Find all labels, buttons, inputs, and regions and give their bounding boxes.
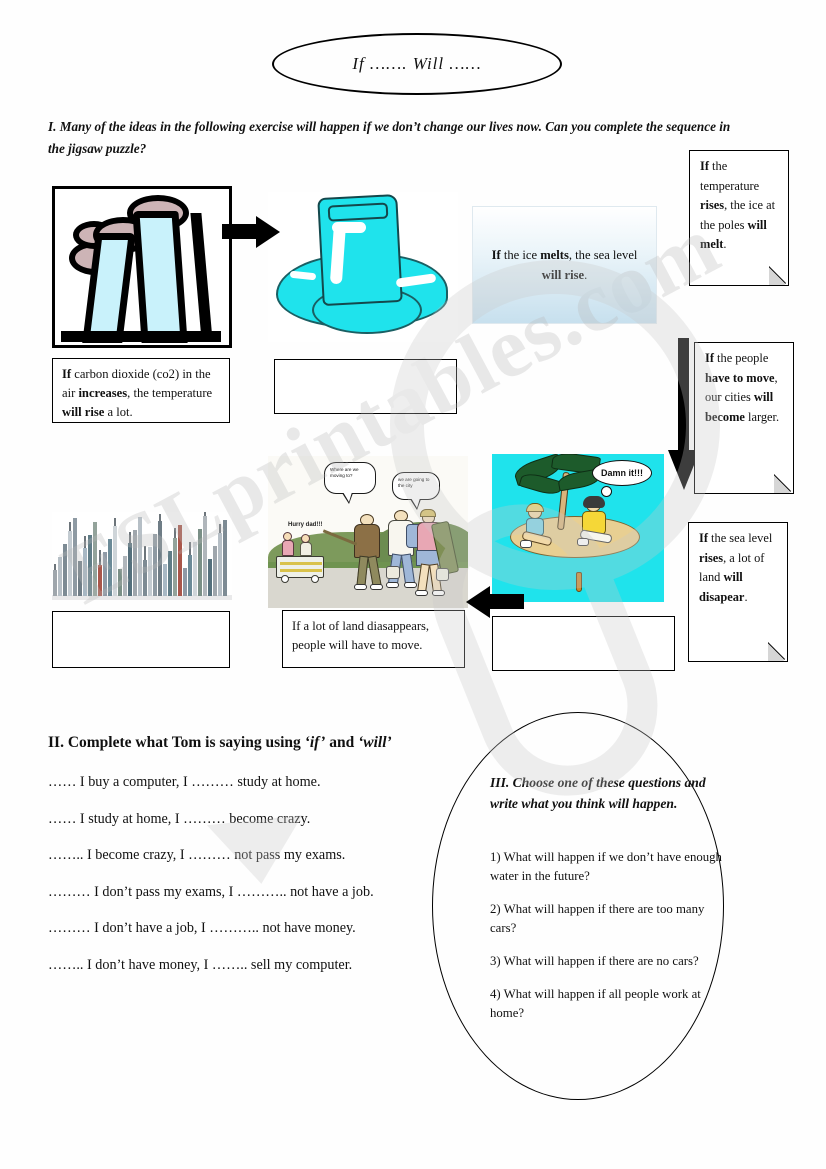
section3-question: 1) What will happen if we don’t have eno… <box>490 850 722 883</box>
ice-cube-icon <box>317 193 403 307</box>
caption-land-disappears: If a lot of land diasappears, people wil… <box>282 610 465 668</box>
sticky-note-sea-level-rises: If the sea level rises, a lot of land wi… <box>688 522 788 662</box>
skyscraper-icon <box>153 534 157 596</box>
skyscraper-icon <box>208 559 212 596</box>
skyscraper-icon <box>68 522 72 596</box>
sticky-note-text: If the sea level rises, a lot of land wi… <box>699 531 773 604</box>
factory-smokestacks-image <box>52 186 232 348</box>
skyscraper-icon <box>158 514 162 596</box>
answer-box-3[interactable] <box>492 616 675 671</box>
answer-box-1[interactable] <box>274 359 457 414</box>
sticky-note-temperature-rises: If the temperature rises, the ice at the… <box>689 150 789 286</box>
page-title: If ……. Will …… <box>272 33 562 95</box>
skyscraper-icon <box>143 546 147 596</box>
skyscraper-icon <box>53 564 57 596</box>
skyscraper-icon <box>133 530 137 596</box>
skyscraper-icon <box>198 529 202 596</box>
sticky-note-text: If the people have to move, our cities w… <box>705 351 780 424</box>
sunbather-figure <box>518 503 562 552</box>
skyscraper-icon <box>193 542 197 596</box>
section3-question: 2) What will happen if there are too man… <box>490 902 705 935</box>
folded-corner-icon <box>768 642 787 661</box>
section2-sentence: …… I study at home, I ……… become crazy. <box>48 810 311 827</box>
page-title-text: If ……. Will …… <box>352 54 482 73</box>
skyscraper-icon <box>203 512 207 596</box>
section3-question: 4) What will happen if all people work a… <box>490 987 701 1020</box>
answer-box-2[interactable] <box>52 611 230 668</box>
caption-carbon-dioxide: If carbon dioxide (co2) in the air incre… <box>52 358 230 423</box>
section2-heading: II. Complete what Tom is saying using ‘i… <box>48 734 392 751</box>
city-skyline-image <box>52 512 232 600</box>
section2-sentence: ……… I don’t pass my exams, I ……….. not h… <box>48 883 374 900</box>
section2-sentence-list: …… I buy a computer, I ……… study at home… <box>48 774 448 993</box>
section2-sentence: ……… I don’t have a job, I ……….. not have… <box>48 920 356 936</box>
sticky-note-text: If the temperature rises, the ice at the… <box>700 159 776 251</box>
skyscraper-icon <box>78 561 82 596</box>
skyscraper-icon <box>128 532 132 596</box>
speech-bubble-2: we are going to the city <box>392 472 440 510</box>
skyscraper-icon <box>88 535 92 596</box>
skyscraper-icon <box>73 518 77 596</box>
skyscraper-icon <box>163 564 167 596</box>
skyscraper-icon <box>58 557 62 596</box>
section3-question-list: 1) What will happen if we don’t have eno… <box>490 848 722 1037</box>
section3-question: 3) What will happen if there are no cars… <box>490 954 699 968</box>
section3-heading: III. Choose one of these questions and w… <box>490 775 706 811</box>
speech-bubble-1: Where are we moving to? <box>324 462 376 504</box>
pole-icon <box>190 213 213 341</box>
skyscraper-icon <box>138 517 142 596</box>
melting-ice-cube-image <box>268 192 458 342</box>
skyscraper-icon <box>188 542 192 596</box>
shout-text: Hurry dad!!! <box>288 522 323 528</box>
people-on-island-image: Damn it!!! <box>492 454 664 602</box>
skyscraper-icon <box>63 544 67 596</box>
chimney-icon <box>132 211 188 343</box>
skyscraper-icon <box>113 518 117 596</box>
skyscraper-icon <box>93 522 97 596</box>
skyscraper-icon <box>173 528 177 596</box>
skyscraper-icon <box>213 546 217 596</box>
folded-corner-icon <box>769 266 788 285</box>
arrow-left-icon <box>466 586 524 618</box>
walker-figure <box>410 509 460 606</box>
skyscraper-icon <box>168 551 172 596</box>
skyscraper-icon <box>218 524 222 596</box>
family-migrating-image: Where are we moving to? we are going to … <box>268 456 468 608</box>
skyscraper-icon <box>148 547 152 596</box>
section2-sentence: …….. I don’t have money, I …….. sell my … <box>48 956 353 973</box>
worksheet-page: ESLprintables.com If ……. Will …… I. Many… <box>0 0 826 1169</box>
bottle-icon <box>576 572 582 592</box>
arrow-right-icon <box>222 216 280 248</box>
skyscraper-icon <box>123 556 127 596</box>
skyscraper-icon <box>103 552 107 596</box>
ice-melts-statement-box: If the ice melts, the sea level will ris… <box>472 206 657 324</box>
skyscraper-icon <box>108 539 112 596</box>
speech-bubble-damn: Damn it!!! <box>592 460 652 497</box>
skyscraper-icon <box>178 525 182 596</box>
sunbather-figure <box>576 496 624 554</box>
ground-line <box>61 331 221 342</box>
skyscraper-icon <box>118 569 122 596</box>
caption-text: If carbon dioxide (co2) in the air incre… <box>62 367 213 419</box>
skyscraper-icon <box>223 520 227 596</box>
section1-instruction: I. Many of the ideas in the following ex… <box>48 119 731 156</box>
section2-sentence: …… I buy a computer, I ……… study at home… <box>48 774 321 790</box>
ice-melts-statement-text: If the ice melts, the sea level will ris… <box>491 248 638 282</box>
sticky-note-people-move: If the people have to move, our cities w… <box>694 342 794 494</box>
skyscraper-icon <box>98 550 102 596</box>
highlight <box>332 222 366 233</box>
skyscraper-icon <box>83 536 87 596</box>
section2-sentence: …….. I become crazy, I ……… not pass my e… <box>48 847 346 863</box>
skyscraper-icon <box>183 568 187 596</box>
folded-corner-icon <box>774 474 793 493</box>
